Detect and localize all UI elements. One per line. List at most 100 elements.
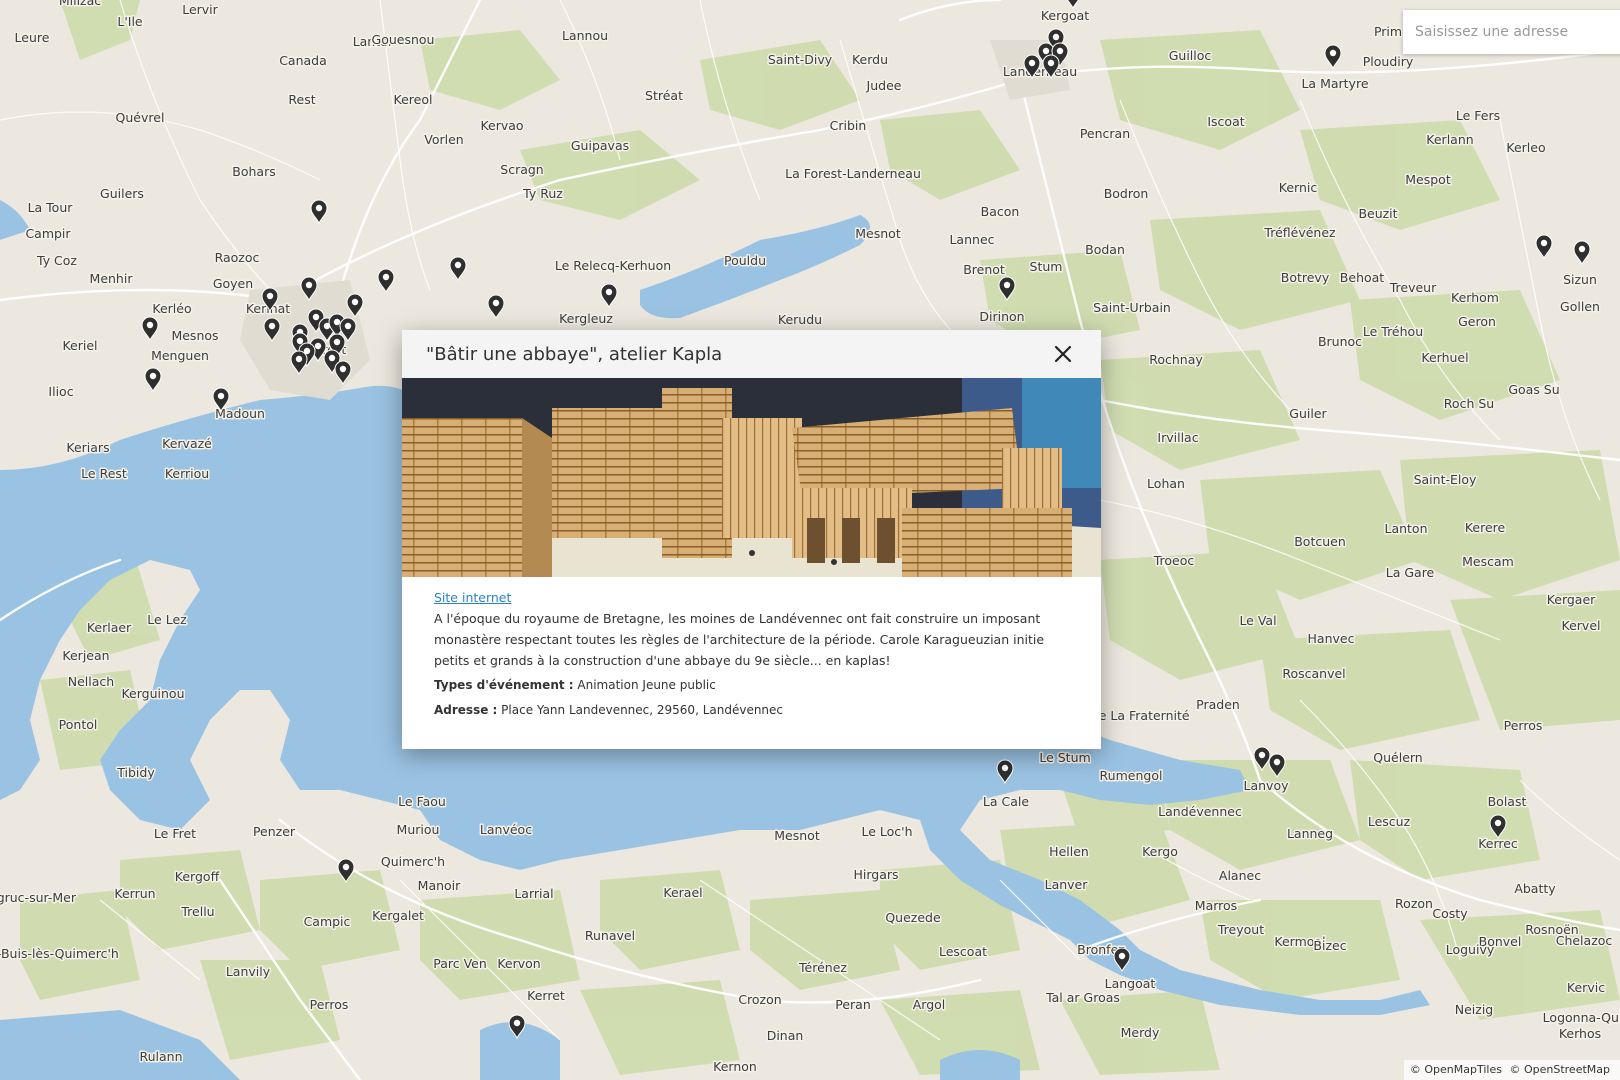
town-label: Kerléo xyxy=(152,301,191,316)
town-label: Kerere xyxy=(1465,520,1506,535)
attribution-openstreetmap[interactable]: © OpenStreetMap xyxy=(1509,1063,1610,1076)
town-label: Lannou xyxy=(562,28,608,43)
town-label: Landévennec xyxy=(1158,804,1242,819)
town-label: Scragn xyxy=(500,162,543,177)
website-link[interactable]: Site internet xyxy=(434,590,511,605)
town-label: Le Lez xyxy=(147,612,187,627)
town-label: Kergo xyxy=(1142,844,1178,859)
town-label: Goas Su xyxy=(1508,382,1559,397)
close-icon xyxy=(1054,345,1072,363)
town-label: Guipavas xyxy=(571,138,629,153)
town-label: La Gare xyxy=(1386,565,1435,580)
town-label: Mescam xyxy=(1462,554,1514,569)
town-label: Quezede xyxy=(885,910,941,925)
town-label: Kervao xyxy=(480,118,523,133)
town-label: Abatty xyxy=(1514,881,1556,896)
town-label: Crozon xyxy=(738,992,781,1007)
town-label: Kervel xyxy=(1562,618,1601,633)
town-label: Térénez xyxy=(798,960,847,975)
event-types-label: Types d'événement : xyxy=(434,678,574,692)
town-label: Lanvily xyxy=(226,964,271,979)
town-label: Raozoc xyxy=(215,250,260,265)
town-label: Merdy xyxy=(1121,1025,1160,1040)
town-label: Lescuz xyxy=(1368,814,1411,829)
town-label: Tibidy xyxy=(116,765,155,780)
town-label: Marros xyxy=(1195,898,1237,913)
town-label: Le Relecq-Kerhuon xyxy=(555,258,671,273)
town-label: Behoat xyxy=(1340,270,1384,285)
town-label: Leure xyxy=(15,30,50,45)
town-label: Keriel xyxy=(62,338,97,353)
town-label: Kerhos xyxy=(1559,1026,1601,1041)
town-label: Le Rest xyxy=(81,466,127,481)
town-label: Le Stum xyxy=(1039,750,1090,765)
town-label: Tal ar Groas xyxy=(1045,990,1120,1005)
town-label: Ty Coz xyxy=(36,253,77,268)
town-label: Rest xyxy=(288,92,315,107)
popup-title: "Bâtir une abbaye", atelier Kapla xyxy=(426,343,723,365)
address-search-box[interactable] xyxy=(1403,10,1620,54)
town-label: Bodron xyxy=(1104,186,1149,201)
town-label: Botrevy xyxy=(1281,270,1330,285)
town-label: Sizun xyxy=(1563,272,1597,287)
town-label: Judee xyxy=(866,78,902,93)
town-label: L'Ile xyxy=(117,14,143,29)
town-label: Bohars xyxy=(232,164,275,179)
town-label: Prim xyxy=(1374,24,1402,39)
town-label: Penzer xyxy=(253,824,296,839)
town-label: Stum xyxy=(1030,259,1063,274)
address-search-input[interactable] xyxy=(1403,10,1620,54)
town-label: Tréflévénez xyxy=(1263,225,1336,240)
town-label: Le Tréhou xyxy=(1363,324,1423,339)
town-label: Pouldu xyxy=(724,253,766,268)
close-button[interactable] xyxy=(1049,340,1077,368)
town-label: Pont-de-Buis-lès-Quimerc'h xyxy=(0,946,119,961)
town-label: Kerjean xyxy=(62,648,109,663)
town-label: Beuzit xyxy=(1358,206,1397,221)
town-label: Saint-Urbain xyxy=(1093,300,1171,315)
town-label: La Cale xyxy=(983,794,1029,809)
town-label: Kergoat xyxy=(1041,8,1089,23)
town-label: Stréat xyxy=(645,88,683,103)
town-label: La Martyre xyxy=(1301,76,1368,91)
event-address: Adresse : Place Yann Landevennec, 29560,… xyxy=(434,700,1069,721)
town-label: Quévrel xyxy=(116,110,165,125)
event-popup: "Bâtir une abbaye", atelier Kapla Site i… xyxy=(402,330,1101,749)
town-label: Bolast xyxy=(1488,794,1527,809)
town-label: Kergoff xyxy=(175,869,220,884)
town-label: Irvillac xyxy=(1157,430,1198,445)
town-label: Kerhom xyxy=(1451,290,1499,305)
town-label: Lanneg xyxy=(1287,826,1333,841)
town-label: La Tour xyxy=(28,200,74,215)
town-label: Manoir xyxy=(418,878,461,893)
town-label: Pontol xyxy=(59,717,98,732)
town-label: Dinan xyxy=(767,1028,804,1043)
town-label: Praden xyxy=(1196,697,1240,712)
attribution-openmaptiles[interactable]: © OpenMapTiles xyxy=(1410,1063,1502,1076)
town-label: Parc Ven xyxy=(433,956,487,971)
town-label: Treveur xyxy=(1389,280,1437,295)
town-label: Langoat xyxy=(1105,976,1156,991)
town-label: Kernic xyxy=(1279,180,1318,195)
town-label: Argol xyxy=(913,997,946,1012)
town-label: Bacon xyxy=(981,204,1020,219)
town-label: Vorlen xyxy=(424,132,463,147)
town-label: Canada xyxy=(279,53,327,68)
town-label: Kergaer xyxy=(1547,592,1596,607)
town-label: Saint-Eloy xyxy=(1414,472,1477,487)
town-label: La Forest-Landerneau xyxy=(785,166,921,181)
town-label: Troeoc xyxy=(1153,553,1195,568)
town-label: Kerael xyxy=(663,885,702,900)
town-label: Kerret xyxy=(527,988,565,1003)
town-label: Chelazoc xyxy=(1556,933,1613,948)
town-label: Roscanvel xyxy=(1282,666,1345,681)
town-label: Quimerc'h xyxy=(381,854,445,869)
town-label: Lervir xyxy=(182,2,218,17)
town-label: Guiler xyxy=(1289,406,1327,421)
town-label: Ilioc xyxy=(48,384,73,399)
town-label: Quélern xyxy=(1373,750,1422,765)
town-label: Hanvec xyxy=(1308,631,1355,646)
town-label: Le Faou xyxy=(398,794,446,809)
town-label: Le Fret xyxy=(154,826,196,841)
town-label: Menhir xyxy=(90,271,134,286)
